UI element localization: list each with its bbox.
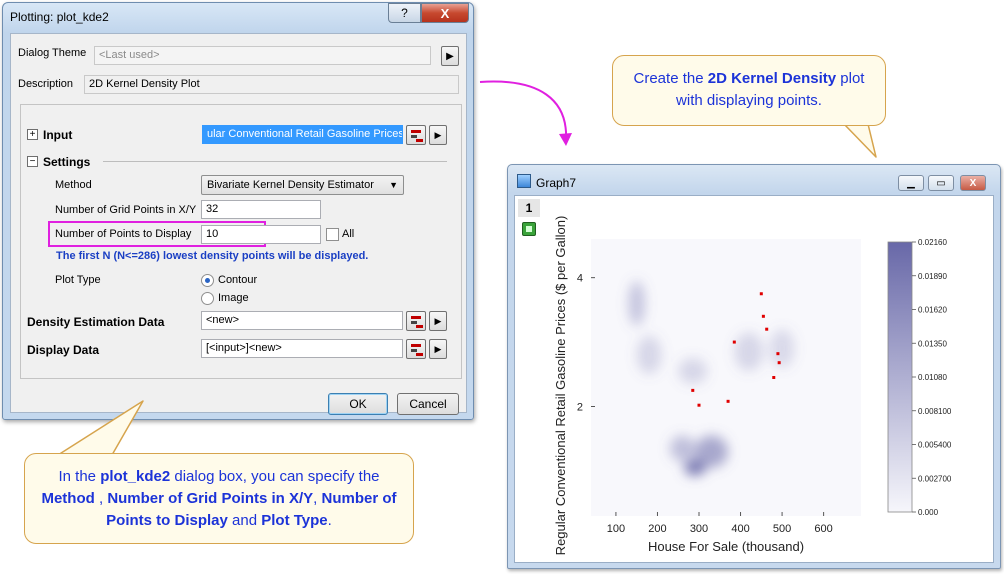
x-tick-label-3: 400	[731, 523, 749, 535]
dialog-callout-text-5: Number of Grid Points in X/Y	[107, 490, 314, 507]
graph-callout-tail	[843, 123, 877, 158]
restore-icon[interactable]: ▭	[928, 175, 954, 191]
colorbar-tick-label-5: 0.008100	[918, 407, 952, 416]
graph-title: Graph7	[536, 176, 577, 190]
plot-background	[591, 239, 861, 516]
graph-window-icon	[517, 174, 531, 188]
x-tick-label-2: 300	[690, 523, 708, 535]
data-point-5	[761, 314, 765, 318]
graph-callout: Create the 2D Kernel Density plot with d…	[612, 55, 886, 126]
dialog-callout-text-9: Plot Type	[261, 512, 328, 529]
x-tick-label-5: 600	[814, 523, 832, 535]
data-point-2	[726, 399, 730, 403]
graph-window: Graph7 ▁ ▭ X 1 100 200 300 400 500 600 2 4 House…	[507, 164, 1001, 569]
y-tick-label-0: 2	[577, 401, 583, 413]
data-point-9	[777, 361, 781, 365]
colorbar-tick-label-1: 0.01890	[918, 272, 947, 281]
dialog-callout-text-2: dialog box, you can specify the	[170, 468, 380, 485]
density-blob-4	[636, 335, 662, 375]
density-blob-7	[769, 329, 795, 368]
density-blob-2	[669, 435, 695, 462]
dialog-callout-text-1: plot_kde2	[100, 468, 171, 485]
density-blob-1	[694, 435, 729, 468]
data-point-3	[732, 340, 736, 344]
density-blob-5	[678, 358, 708, 384]
magenta-arrow	[479, 80, 568, 141]
y-axis-label: Regular Conventional Retail Gasoline Pri…	[553, 216, 568, 556]
x-axis-label: House For Sale (thousand)	[648, 539, 804, 554]
dialog-callout: In the plot_kde2 dialog box, you can spe…	[24, 453, 414, 544]
colorbar	[887, 241, 913, 513]
colorbar-tick-label-6: 0.005400	[918, 441, 952, 450]
colorbar-tick-label-0: 0.02160	[918, 238, 947, 247]
dialog-callout-tail	[57, 400, 144, 456]
colorbar-tick-label-3: 0.01350	[918, 339, 947, 348]
data-point-1	[697, 403, 701, 407]
data-point-7	[772, 376, 776, 379]
data-point-0	[691, 388, 695, 392]
dialog-callout-text-3: Method	[41, 490, 95, 507]
graph-client: 1 100 200 300 400 500 600 2 4 House For Sale (th…	[514, 195, 994, 563]
graph-callout-text-0: Create the	[633, 70, 708, 87]
density-blob-6	[734, 332, 764, 372]
colorbar-tick-label-7: 0.002700	[918, 474, 952, 483]
graph-close-button[interactable]: X	[960, 175, 986, 191]
colorbar-tick-label-8: 0.000	[918, 508, 939, 517]
minimize-icon[interactable]: ▁	[898, 175, 924, 191]
data-point-6	[765, 327, 769, 331]
data-point-4	[759, 292, 763, 296]
data-point-8	[776, 352, 780, 356]
dialog-callout-text-6: ,	[313, 490, 322, 507]
kde-chart: 100 200 300 400 500 600 2 4 House For Sale (thou…	[553, 216, 952, 556]
dialog-callout-text-8: and	[227, 512, 262, 529]
graph-callout-text-1: 2D Kernel Density	[707, 70, 837, 87]
x-tick-label-1: 200	[648, 523, 666, 535]
dialog-callout-text-10: .	[327, 512, 332, 529]
x-tick-label-4: 500	[773, 523, 791, 535]
colorbar-tick-label-4: 0.01080	[918, 373, 947, 382]
x-tick-label-0: 100	[607, 523, 625, 535]
dialog-callout-text-4: ,	[94, 490, 108, 507]
colorbar-tick-label-2: 0.01620	[918, 306, 947, 315]
dialog-callout-text-0: In the	[58, 468, 101, 485]
magenta-arrow-head	[559, 133, 572, 146]
density-blob-3	[628, 280, 645, 326]
y-tick-label-1: 4	[577, 273, 583, 285]
